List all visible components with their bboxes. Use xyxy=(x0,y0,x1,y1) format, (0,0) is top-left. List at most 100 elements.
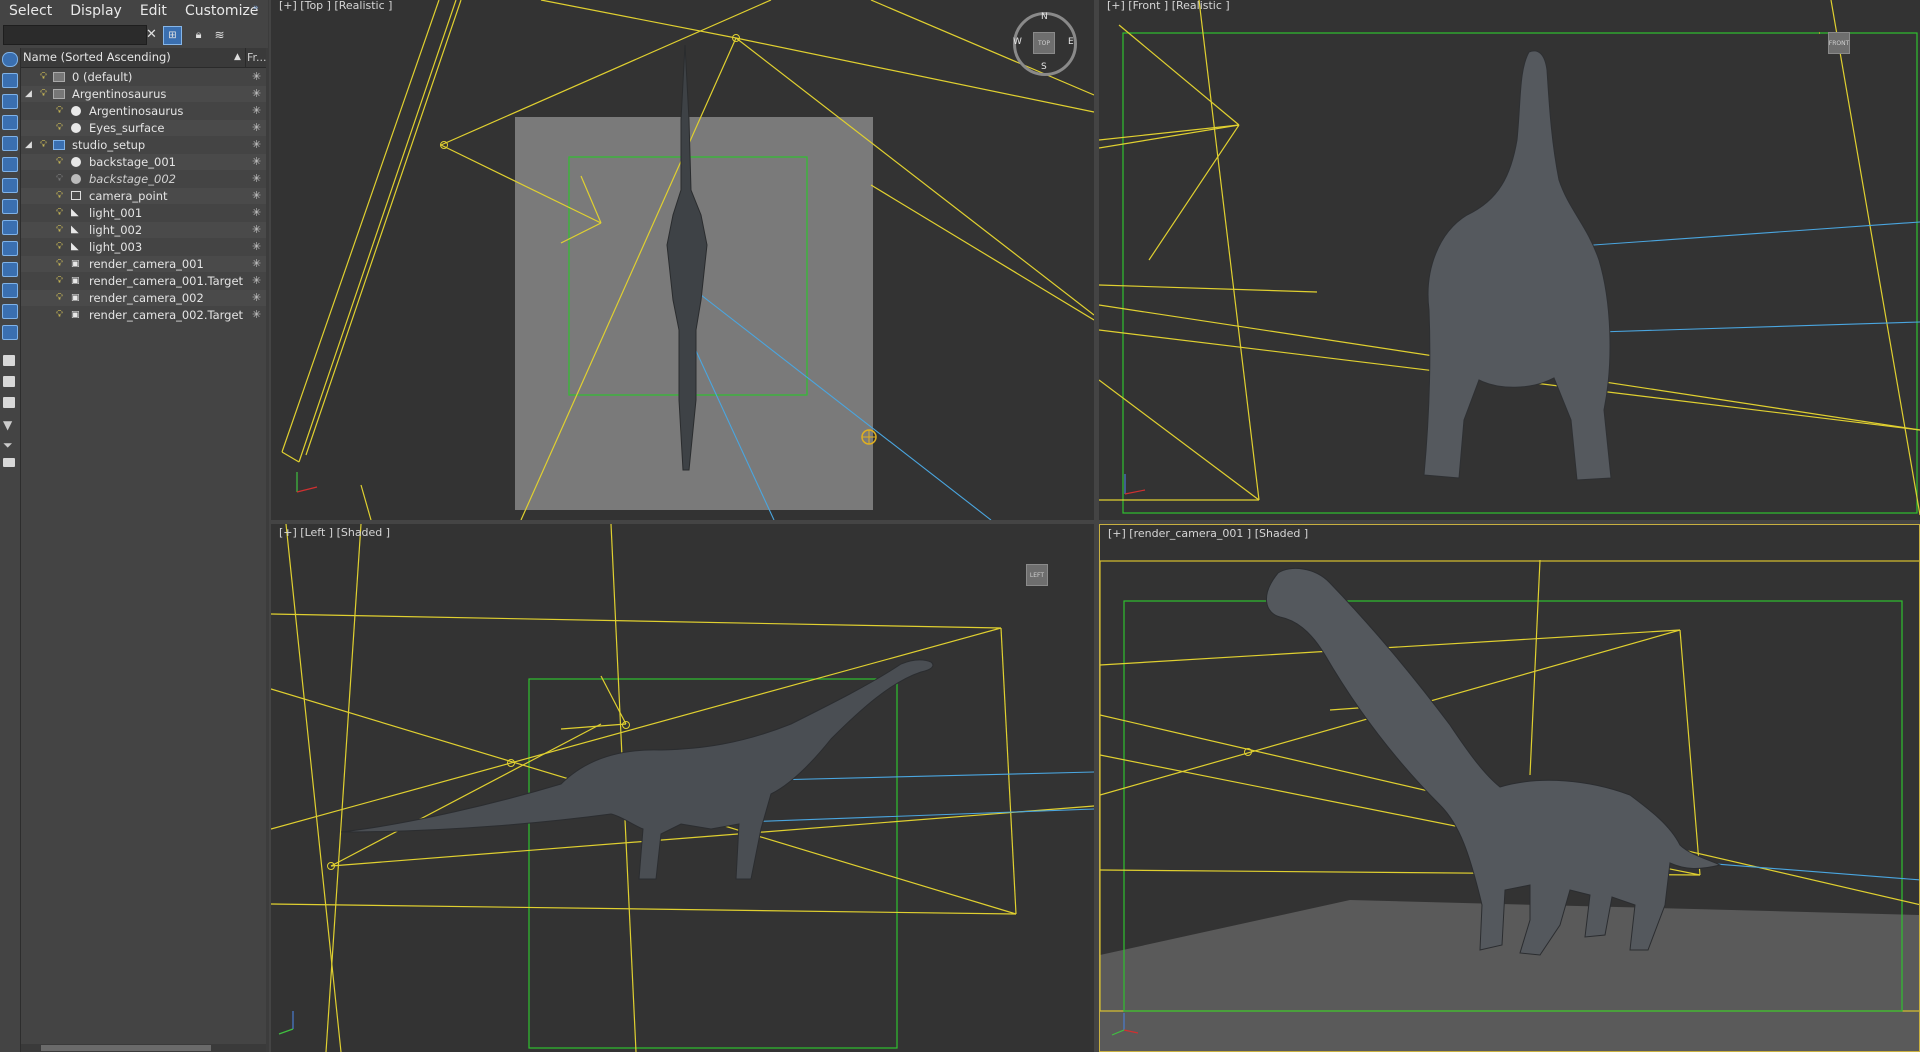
panel-icon[interactable] xyxy=(3,458,15,467)
list-icon[interactable] xyxy=(3,355,15,366)
list-item[interactable]: 💡︎ ▣ render_camera_001.Target ✳ xyxy=(21,273,266,289)
top-view-scene xyxy=(281,0,1094,520)
menu-select[interactable]: Select xyxy=(0,0,61,22)
axis-gizmo xyxy=(296,472,318,493)
viewport-front[interactable]: [+] [Front ] [Realistic ] FRONT xyxy=(1099,0,1920,520)
snowflake-icon[interactable]: ✳ xyxy=(252,86,261,102)
display-cameras-icon[interactable] xyxy=(2,136,18,151)
bulb-icon[interactable]: 💡︎ xyxy=(56,205,63,221)
display-shapes-icon[interactable] xyxy=(2,94,18,109)
bulb-icon[interactable]: 💡︎ xyxy=(56,239,63,255)
viewport-label-left[interactable]: [+] [Left ] [Shaded ] xyxy=(279,526,390,539)
snowflake-icon[interactable]: ✳ xyxy=(252,290,261,306)
menu-display[interactable]: Display xyxy=(61,0,131,22)
snowflake-icon[interactable]: ✳ xyxy=(252,205,261,221)
column-name-header[interactable]: Name (Sorted Ascending) xyxy=(23,48,246,67)
snowflake-icon[interactable]: ✳ xyxy=(252,222,261,238)
snowflake-icon[interactable]: ✳ xyxy=(252,239,261,255)
list-item[interactable]: 💡︎ ▣ render_camera_001 ✳ xyxy=(21,256,266,272)
viewport-top[interactable]: [+] [Top ] [Realistic ] N S E W TOP xyxy=(271,0,1094,520)
bulb-icon[interactable]: 💡︎ xyxy=(56,103,63,119)
snowflake-icon[interactable]: ✳ xyxy=(252,154,261,170)
table-icon[interactable] xyxy=(3,397,15,408)
explorer-horizontal-scrollbar[interactable] xyxy=(21,1044,266,1052)
list-item[interactable]: 💡︎ 0 (default) ✳ xyxy=(21,69,266,85)
filter-icon[interactable]: ⊞ xyxy=(163,26,182,45)
display-bones-icon[interactable] xyxy=(2,241,18,256)
bulb-icon[interactable]: 💡︎ xyxy=(56,188,63,204)
list-item[interactable]: 💡︎ Argentinosaurus ✳ xyxy=(21,103,266,119)
display-containers-icon[interactable] xyxy=(2,262,18,277)
snowflake-icon[interactable]: ✳ xyxy=(252,256,261,272)
axis-gizmo xyxy=(278,1011,294,1035)
viewport-label-camera[interactable]: [+] [render_camera_001 ] [Shaded ] xyxy=(1108,527,1308,540)
viewport-label-top[interactable]: [+] [Top ] [Realistic ] xyxy=(279,0,392,12)
snowflake-icon[interactable]: ✳ xyxy=(252,273,261,289)
list-item[interactable]: 💡︎ camera_point ✳ xyxy=(21,188,266,204)
column-frozen-header[interactable]: Fr... xyxy=(247,48,267,67)
list-item[interactable]: 💡︎ backstage_002 ✳ xyxy=(21,171,266,187)
snowflake-icon[interactable]: ✳ xyxy=(252,137,261,153)
bulb-icon[interactable]: 💡︎ xyxy=(56,273,63,289)
compass-east: E xyxy=(1068,37,1074,47)
list-item-label: light_002 xyxy=(89,223,143,237)
viewcube-compass[interactable]: N S E W TOP xyxy=(1013,12,1077,76)
camera-icon: ▣ xyxy=(71,259,80,269)
viewport-left[interactable]: [+] [Left ] [Shaded ] LEFT xyxy=(271,524,1094,1052)
bulb-icon[interactable]: 💡︎ xyxy=(40,69,47,85)
list-item[interactable]: 💡︎ backstage_001 ✳ xyxy=(21,154,266,170)
list-item[interactable]: ◢ 💡︎ studio_setup ✳ xyxy=(21,137,266,153)
display-all-icon[interactable] xyxy=(2,52,18,67)
close-icon[interactable]: ✕ xyxy=(143,26,160,43)
display-hidden-icon[interactable] xyxy=(2,304,18,319)
display-helpers-icon[interactable] xyxy=(2,157,18,172)
more-chevron-icon[interactable]: » xyxy=(253,3,259,13)
viewcube[interactable]: TOP xyxy=(1033,32,1055,54)
spotlight-icon: ◣ xyxy=(71,207,79,218)
bulb-icon[interactable]: 💡︎ xyxy=(56,290,63,306)
display-last-icon[interactable] xyxy=(2,325,18,340)
display-groups-icon[interactable] xyxy=(2,199,18,214)
viewcube[interactable]: FRONT xyxy=(1828,32,1850,54)
display-xrefs-icon[interactable] xyxy=(2,220,18,235)
snowflake-icon[interactable]: ✳ xyxy=(252,103,261,119)
page-icon[interactable] xyxy=(3,376,15,387)
list-item[interactable]: 💡︎ Eyes_surface ✳ xyxy=(21,120,266,136)
snowflake-icon[interactable]: ✳ xyxy=(252,69,261,85)
list-item[interactable]: 💡︎ ▣ render_camera_002 ✳ xyxy=(21,290,266,306)
viewport-camera[interactable]: [+] [render_camera_001 ] [Shaded ] xyxy=(1099,524,1920,1052)
snowflake-icon[interactable]: ✳ xyxy=(252,307,261,323)
snowflake-icon[interactable]: ✳ xyxy=(252,171,261,187)
display-geometry-icon[interactable] xyxy=(2,73,18,88)
funnel-list-icon[interactable]: ⏷ xyxy=(3,438,13,453)
snowflake-icon[interactable]: ✳ xyxy=(252,120,261,136)
viewcube[interactable]: LEFT xyxy=(1026,564,1048,586)
list-item[interactable]: 💡︎ ◣ light_002 ✳ xyxy=(21,222,266,238)
list-item[interactable]: ◢ 💡︎ Argentinosaurus ✳ xyxy=(21,86,266,102)
list-item[interactable]: 💡︎ ◣ light_001 ✳ xyxy=(21,205,266,221)
layers-icon[interactable]: ≋ xyxy=(211,26,228,43)
display-spacewarps-icon[interactable] xyxy=(2,178,18,193)
funnel-icon[interactable]: ▼ xyxy=(3,418,12,432)
menu-bar: Select Display Edit Customize » xyxy=(0,0,268,22)
snowflake-icon[interactable]: ✳ xyxy=(252,188,261,204)
display-lights-icon[interactable] xyxy=(2,115,18,130)
bulb-icon[interactable]: 💡︎ xyxy=(56,222,63,238)
search-input[interactable] xyxy=(3,25,147,45)
bulb-icon[interactable]: 💡︎ xyxy=(56,307,63,323)
list-item[interactable]: 💡︎ ▣ render_camera_002.Target ✳ xyxy=(21,307,266,323)
display-frozen-icon[interactable] xyxy=(2,283,18,298)
list-item[interactable]: 💡︎ ◣ light_003 ✳ xyxy=(21,239,266,255)
bulb-icon[interactable]: 💡︎ xyxy=(40,137,47,153)
menu-edit[interactable]: Edit xyxy=(131,0,176,22)
bulb-icon[interactable]: 💡︎ xyxy=(56,256,63,272)
bulb-off-icon[interactable]: 💡︎ xyxy=(56,171,63,187)
bulb-icon[interactable]: 💡︎ xyxy=(56,120,63,136)
bulb-icon[interactable]: 💡︎ xyxy=(56,154,63,170)
collapse-arrow-icon[interactable]: ◢ xyxy=(25,86,32,102)
collapse-arrow-icon[interactable]: ◢ xyxy=(25,137,32,153)
viewport-label-front[interactable]: [+] [Front ] [Realistic ] xyxy=(1107,0,1230,12)
bulb-icon[interactable]: 💡︎ xyxy=(40,86,47,102)
lock-icon[interactable]: 🔒︎ xyxy=(190,26,207,43)
scrollbar-thumb[interactable] xyxy=(41,1045,211,1051)
